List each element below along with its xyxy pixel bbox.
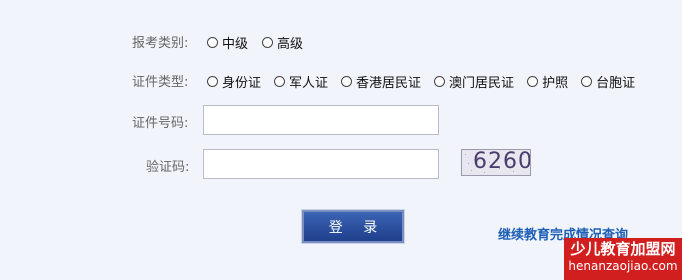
radio-option-hk-resident[interactable]: 香港居民证 <box>341 72 421 91</box>
radio-circle-icon[interactable] <box>274 76 286 87</box>
radio-option-label: 身份证 <box>222 76 262 91</box>
radio-option-military-card[interactable]: 军人证 <box>274 72 328 91</box>
captcha-label: 验证码: <box>146 160 190 175</box>
watermark-url: henanzaojiao.com <box>568 258 678 273</box>
captcha-input[interactable] <box>203 149 439 179</box>
radio-circle-icon[interactable] <box>434 76 446 87</box>
radio-option-id-card[interactable]: 身份证 <box>207 72 261 91</box>
radio-option-label: 军人证 <box>289 76 329 91</box>
radio-option-label: 台胞证 <box>596 76 636 91</box>
radio-circle-icon[interactable] <box>262 37 274 48</box>
radio-option-label: 中级 <box>222 37 249 52</box>
id-type-label: 证件类型: <box>132 75 189 90</box>
radio-circle-icon[interactable] <box>581 76 593 87</box>
radio-circle-icon[interactable] <box>207 76 218 87</box>
radio-option-intermediate[interactable]: 中级 <box>207 33 248 52</box>
radio-option-label: 香港居民证 <box>356 76 422 91</box>
radio-option-label: 澳门居民证 <box>449 76 515 91</box>
radio-option-macau-resident[interactable]: 澳门居民证 <box>434 72 514 91</box>
radio-option-label: 高级 <box>277 37 304 52</box>
radio-circle-icon[interactable] <box>207 37 218 48</box>
id-number-label: 证件号码: <box>132 116 189 131</box>
site-watermark: 少儿教育加盟网 henanzaojiao.com <box>564 238 682 280</box>
watermark-title: 少儿教育加盟网 <box>570 240 676 258</box>
captcha-code: 6260 <box>473 149 531 174</box>
category-label: 报考类别: <box>132 36 189 51</box>
radio-option-label: 护照 <box>542 76 569 91</box>
radio-option-senior[interactable]: 高级 <box>262 33 303 52</box>
category-radio-group: 中级 高级 <box>207 33 303 52</box>
radio-circle-icon[interactable] <box>527 76 539 87</box>
radio-option-passport[interactable]: 护照 <box>527 72 568 91</box>
radio-option-taiwan-compatriot[interactable]: 台胞证 <box>581 72 635 91</box>
captcha-image[interactable]: 6260 <box>461 149 531 176</box>
id-type-radio-group: 身份证 军人证 香港居民证 澳门居民证 护照 台胞证 <box>207 72 635 91</box>
login-button[interactable]: 登 录 <box>302 210 404 243</box>
id-number-input[interactable] <box>203 105 439 135</box>
radio-circle-icon[interactable] <box>341 76 353 87</box>
